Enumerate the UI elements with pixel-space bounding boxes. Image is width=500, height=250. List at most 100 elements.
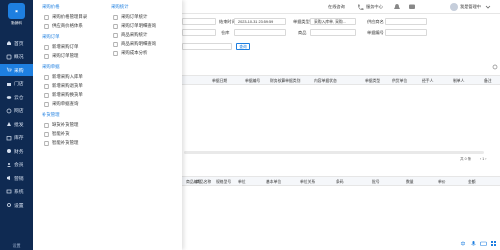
store-input[interactable] <box>234 29 286 36</box>
member-icon <box>6 162 12 168</box>
menu-item[interactable]: 供应商价格体系 <box>44 22 83 30</box>
th-finance-type: 财务核算单据类别 <box>270 79 301 83</box>
sidebar-item-label: 会员 <box>14 163 24 168</box>
cart-icon <box>6 67 12 73</box>
settings-icon <box>6 202 12 208</box>
user-name[interactable]: 我是管理中 <box>460 4 481 10</box>
document-icon <box>113 14 118 20</box>
document-icon <box>44 101 49 107</box>
sidebar-item[interactable]: 门店 <box>0 78 33 90</box>
th-status: 内容单据状态 <box>314 79 337 83</box>
sidebar-item-label: 采购 <box>14 68 24 74</box>
menu-item[interactable]: 新增采购退货单 <box>44 82 83 90</box>
marketing-icon <box>6 175 12 181</box>
menu-item[interactable]: 智能补货管理 <box>44 139 78 147</box>
document-icon <box>113 41 118 47</box>
sidebar-item[interactable]: 库存 <box>0 132 33 144</box>
type-label: 单据类型 <box>293 19 310 24</box>
menu-item-label: 采购价格管理目录 <box>52 14 88 19</box>
menu-item-label: 新增采购订单 <box>52 44 79 49</box>
supplier-label: 供应商名 <box>367 19 384 24</box>
dth-unit-rel: 单位关系 <box>300 180 316 184</box>
menu-item[interactable]: 新增采购订单 <box>44 43 78 51</box>
menu-item[interactable]: 缺货补货管理 <box>44 121 78 129</box>
menu-item[interactable]: 采购单据查询 <box>44 100 78 108</box>
menu-item-label: 采购订单管理 <box>52 53 79 58</box>
menu-item[interactable]: 商品采购明细查询 <box>113 40 156 48</box>
left-input-2[interactable] <box>182 29 216 36</box>
th-creator: 制单人 <box>453 79 465 83</box>
sidebar-item[interactable]: 概况 <box>0 51 33 63</box>
end-date-input[interactable]: 2023-10-31 23:59:59 <box>234 18 286 25</box>
menu-item-label: 采购单据查询 <box>52 101 79 106</box>
doc-no-input[interactable] <box>385 29 427 36</box>
sidebar-item[interactable]: 会员 <box>0 159 33 171</box>
menu-item[interactable]: 采购订单明细查询 <box>113 22 156 30</box>
sidebar-item[interactable]: 批发 <box>0 118 33 130</box>
sidebar-item[interactable]: 系统 <box>0 186 33 198</box>
column-settings-icon[interactable] <box>492 64 498 70</box>
app-logo[interactable]: ▣ 勤销科 <box>4 3 29 27</box>
menu-item[interactable]: 智能补货 <box>44 130 70 138</box>
store-icon <box>6 81 12 87</box>
goods-label: 商品 <box>298 30 307 35</box>
dth-price: 单价 <box>438 180 446 184</box>
document-icon <box>44 83 49 89</box>
left-input-3[interactable] <box>182 43 232 50</box>
menu-item[interactable]: 采购成本分析 <box>113 49 147 57</box>
horizontal-scrollbar[interactable] <box>184 151 484 154</box>
menu-item-label: 采购订单统计 <box>121 14 148 19</box>
sidebar-footer[interactable]: 设置 <box>0 241 33 250</box>
th-handler: 经手人 <box>422 79 434 83</box>
sidebar-item-label: 设置 <box>14 203 24 209</box>
pagination-arrows[interactable]: ‹ 1 › <box>480 157 496 162</box>
keyboard-icon[interactable] <box>480 240 487 247</box>
document-icon <box>113 50 118 56</box>
sidebar-item[interactable]: 首页 <box>0 37 33 49</box>
sidebar-item[interactable]: 设置 <box>0 199 33 211</box>
detail-table-header: 商品编号 商品名称 规格型号 单位 基本单位 单位关系 条码 批号 数量 单价 … <box>182 176 500 186</box>
sidebar-item[interactable]: 网店 <box>0 105 33 117</box>
language-icon[interactable]: 中 <box>460 240 467 248</box>
menu-item[interactable]: 商品采购统计 <box>113 31 147 39</box>
sidebar-item[interactable]: 采购 <box>0 64 33 76</box>
supplier-input[interactable] <box>385 18 427 25</box>
menu-section-title: 采购单据 <box>42 64 60 69</box>
phone-icon[interactable] <box>357 3 365 11</box>
goods-input[interactable] <box>310 29 356 36</box>
sidebar-item[interactable]: 财务 <box>0 145 33 157</box>
help-center-link[interactable]: 服务中心 <box>366 4 383 10</box>
menu-section-title: 采购订单 <box>42 34 60 39</box>
menu-item[interactable]: 新增采购入库单 <box>44 73 83 81</box>
start-date-input[interactable] <box>182 18 216 25</box>
dth-spec: 规格型号 <box>216 180 232 184</box>
chat-icon[interactable] <box>408 3 416 11</box>
document-icon <box>44 44 49 50</box>
bell-icon[interactable] <box>393 3 401 11</box>
menu-item-label: 缺货补货管理 <box>52 122 79 127</box>
sidebar-item[interactable]: 云仓 <box>0 91 33 103</box>
menu-item-label: 智能补货 <box>52 131 70 136</box>
menu-item-label: 商品采购明细查询 <box>121 41 157 46</box>
menu-item[interactable]: 新增采购换货单 <box>44 91 83 99</box>
th-date: 单据日期 <box>212 79 228 83</box>
mic-icon[interactable] <box>470 240 477 247</box>
search-button[interactable]: 查询 <box>236 43 250 50</box>
menu-item[interactable]: 采购订单统计 <box>113 13 147 21</box>
chevron-down-icon[interactable] <box>484 3 492 11</box>
app-name: 勤销科 <box>11 21 22 25</box>
menu-item[interactable]: 采购价格管理目录 <box>44 13 87 21</box>
document-icon <box>113 32 118 38</box>
avatar[interactable] <box>450 3 458 11</box>
type-select[interactable]: 采购入库单, 采购... <box>310 18 356 25</box>
wholesale-icon <box>6 121 12 127</box>
home-icon <box>6 40 12 46</box>
menu-item[interactable]: 采购订单管理 <box>44 52 78 60</box>
finance-icon <box>6 148 12 154</box>
dth-base-unit: 基本单位 <box>266 180 282 184</box>
online-consult-link[interactable]: 在线咨询 <box>328 4 345 10</box>
sidebar-item[interactable]: 营销 <box>0 172 33 184</box>
grid-icon[interactable] <box>490 240 497 247</box>
sidebar: ▣ 勤销科 首页概况采购门店 云仓网店 批发库存 财务会员营销系统设置 设置 <box>0 0 33 250</box>
document-icon <box>113 23 118 29</box>
